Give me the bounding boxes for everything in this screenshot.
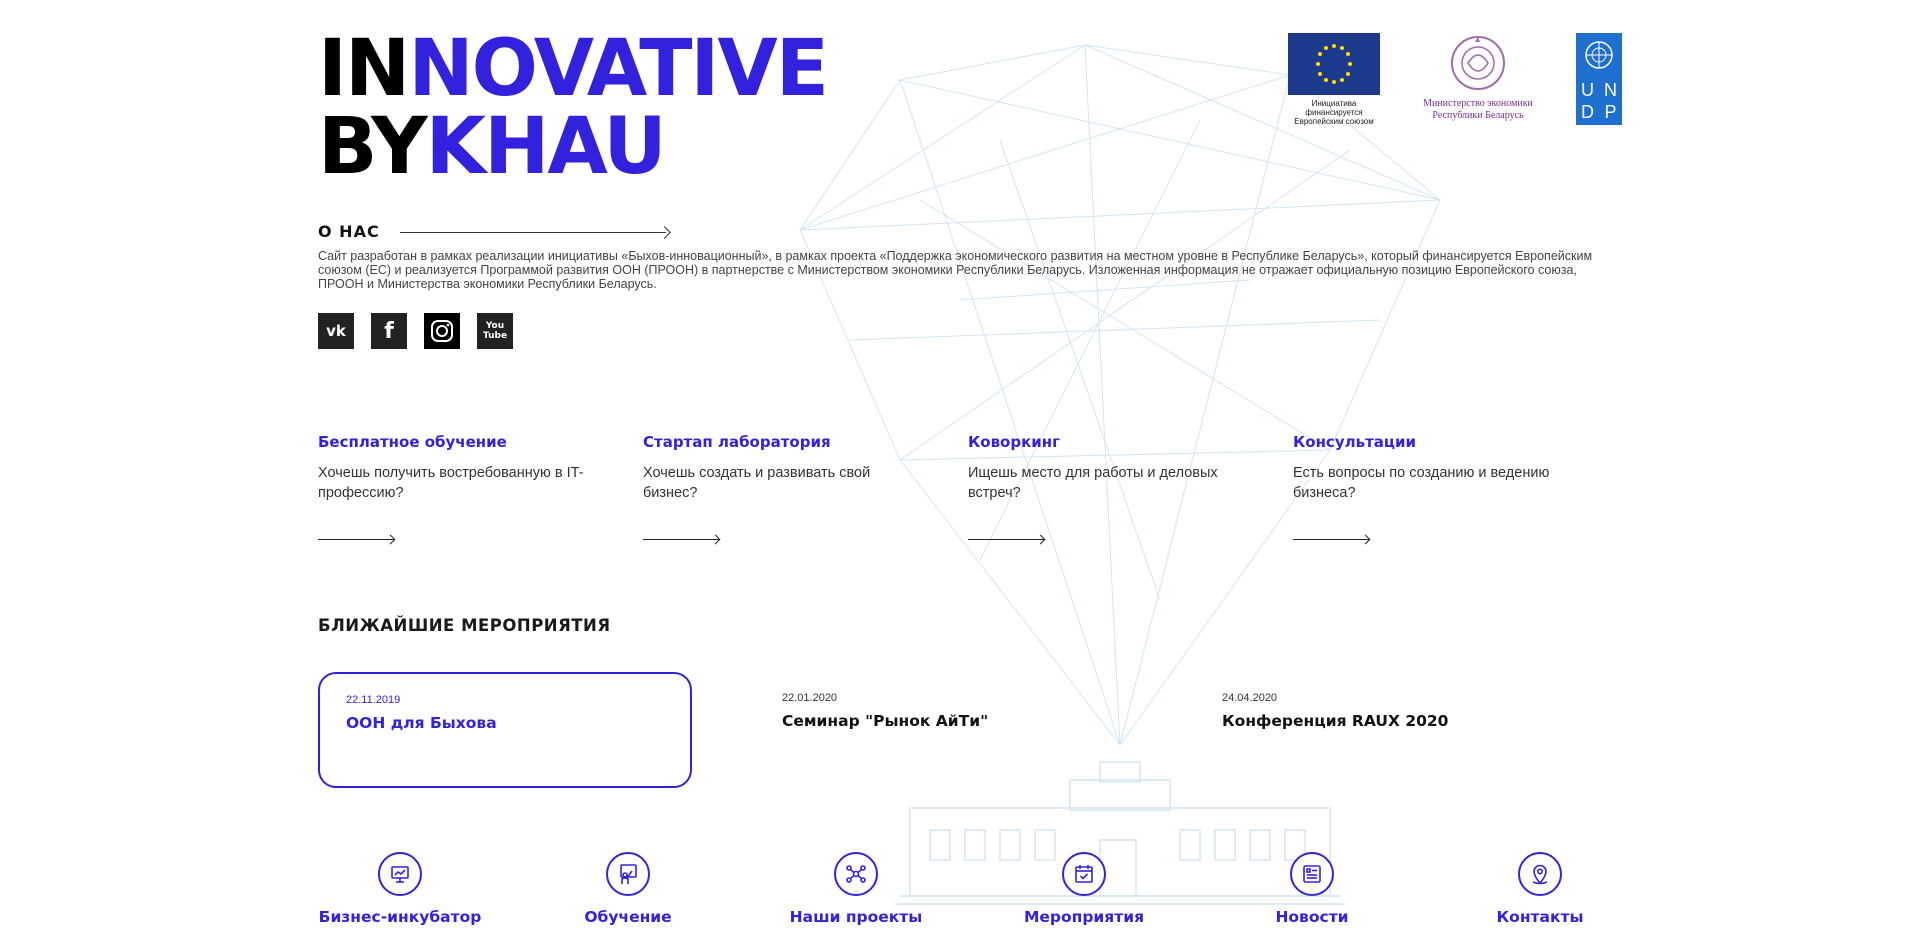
service-description: Есть вопросы по созданию и ведению бизне… xyxy=(1293,465,1550,501)
teacher-icon[interactable] xyxy=(606,852,650,896)
nav-label[interactable]: Мероприятия xyxy=(984,908,1184,926)
facebook-icon[interactable]: f xyxy=(371,313,407,349)
site-logo[interactable]: INNOVATIVE BYKHAU xyxy=(318,30,829,186)
undp-logo: U N D P xyxy=(1576,33,1622,125)
event-name[interactable]: Семинар "Рынок АйТи" xyxy=(782,712,988,730)
youtube-icon[interactable]: You Tube xyxy=(477,313,513,349)
service-title[interactable]: Коворкинг xyxy=(968,433,1258,455)
news-icon[interactable] xyxy=(1290,852,1334,896)
nav-label[interactable]: Контакты xyxy=(1440,908,1640,926)
arrow-right-icon[interactable] xyxy=(643,539,719,540)
logo-text-by: BY xyxy=(318,102,428,192)
service-title[interactable]: Стартап лаборатория xyxy=(643,433,933,455)
event-date: 24.04.2020 xyxy=(1222,692,1278,704)
arrow-right-icon[interactable] xyxy=(318,539,394,540)
location-pin-icon[interactable] xyxy=(1518,852,1562,896)
event-name[interactable]: ООН для Быхова xyxy=(346,714,497,732)
undp-letter-d: D xyxy=(1581,102,1594,122)
nav-label[interactable]: Бизнес-инкубатор xyxy=(300,908,500,926)
service-card[interactable]: Консультации Есть вопросы по созданию и … xyxy=(1293,433,1583,540)
arrow-right-icon[interactable] xyxy=(1293,539,1369,540)
events-title: БЛИЖАЙШИЕ МЕРОПРИЯТИЯ xyxy=(318,616,611,635)
service-description: Хочешь получить востребованную в IT-проф… xyxy=(318,465,584,501)
logo-text-novative: NOVATIVE xyxy=(408,24,829,114)
partner-logos: Инициатива финансируется Европейским сою… xyxy=(1288,33,1628,133)
eu-caption: Инициатива финансируется Европейским сою… xyxy=(1294,99,1374,126)
service-description: Ищешь место для работы и деловых встреч? xyxy=(968,465,1218,501)
un-emblem-icon xyxy=(1585,41,1613,69)
event-card[interactable]: 22.01.2020 Семинар "Рынок АйТи" xyxy=(756,672,1130,788)
undp-letter-p: P xyxy=(1604,102,1617,122)
logo-text-in: IN xyxy=(318,24,410,114)
service-card[interactable]: Бесплатное обучение Хочешь получить вост… xyxy=(318,433,608,540)
nav-item-events[interactable]: Мероприятия xyxy=(984,852,1184,926)
services-section: Бесплатное обучение Хочешь получить вост… xyxy=(318,433,1618,543)
bottom-nav: Бизнес-инкубатор Обучение Наши проекты М… xyxy=(300,852,1640,942)
event-name[interactable]: Конференция RAUX 2020 xyxy=(1222,712,1448,730)
vk-icon[interactable]: vk xyxy=(318,313,354,349)
social-links: vk f You Tube xyxy=(318,313,513,349)
nav-item-projects[interactable]: Наши проекты xyxy=(756,852,956,926)
ministry-logo: Министерство экономики Республики Белару… xyxy=(1408,33,1548,122)
service-card[interactable]: Стартап лаборатория Хочешь создать и раз… xyxy=(643,433,933,540)
nav-label[interactable]: Новости xyxy=(1212,908,1412,926)
ministry-caption-line2: Республики Беларусь xyxy=(1432,110,1524,121)
nav-label[interactable]: Наши проекты xyxy=(756,908,956,926)
arrow-right-icon[interactable] xyxy=(968,539,1044,540)
nav-item-news[interactable]: Новости xyxy=(1212,852,1412,926)
undp-letter-n: N xyxy=(1604,80,1617,100)
undp-letter-u: U xyxy=(1581,80,1594,100)
nav-item-education[interactable]: Обучение xyxy=(528,852,728,926)
event-date: 22.11.2019 xyxy=(346,694,401,706)
presentation-icon[interactable] xyxy=(378,852,422,896)
calendar-icon[interactable] xyxy=(1062,852,1106,896)
instagram-glyph-icon xyxy=(431,320,453,342)
eu-logo: Инициатива финансируется Европейским сою… xyxy=(1288,33,1380,126)
event-card-active[interactable]: 22.11.2019 ООН для Быхова xyxy=(318,672,692,788)
about-title: О НАС xyxy=(318,222,380,241)
service-title[interactable]: Бесплатное обучение xyxy=(318,433,608,455)
nav-label[interactable]: Обучение xyxy=(528,908,728,926)
event-date: 22.01.2020 xyxy=(782,692,838,704)
logo-text-khau: KHAU xyxy=(425,102,667,192)
eu-flag-icon xyxy=(1288,33,1380,95)
ministry-caption-line1: Министерство экономики xyxy=(1423,98,1533,109)
nav-item-contacts[interactable]: Контакты xyxy=(1440,852,1640,926)
page: INNOVATIVE BYKHAU Инициатива финансирует… xyxy=(0,0,1920,947)
nav-item-business-incubator[interactable]: Бизнес-инкубатор xyxy=(300,852,500,926)
about-arrow-line xyxy=(400,232,666,233)
service-description: Хочешь создать и развивать свой бизнес? xyxy=(643,465,871,501)
about-text: Сайт разработан в рамках реализации иниц… xyxy=(318,249,1593,291)
service-title[interactable]: Консультации xyxy=(1293,433,1583,455)
network-icon[interactable] xyxy=(834,852,878,896)
service-card[interactable]: Коворкинг Ищешь место для работы и делов… xyxy=(968,433,1258,540)
event-card[interactable]: 24.04.2020 Конференция RAUX 2020 xyxy=(1196,672,1570,788)
belarus-emblem-icon xyxy=(1451,36,1505,90)
undp-letters: U N D P xyxy=(1576,79,1622,123)
arrow-right-icon xyxy=(658,226,671,239)
instagram-icon[interactable] xyxy=(424,313,460,349)
